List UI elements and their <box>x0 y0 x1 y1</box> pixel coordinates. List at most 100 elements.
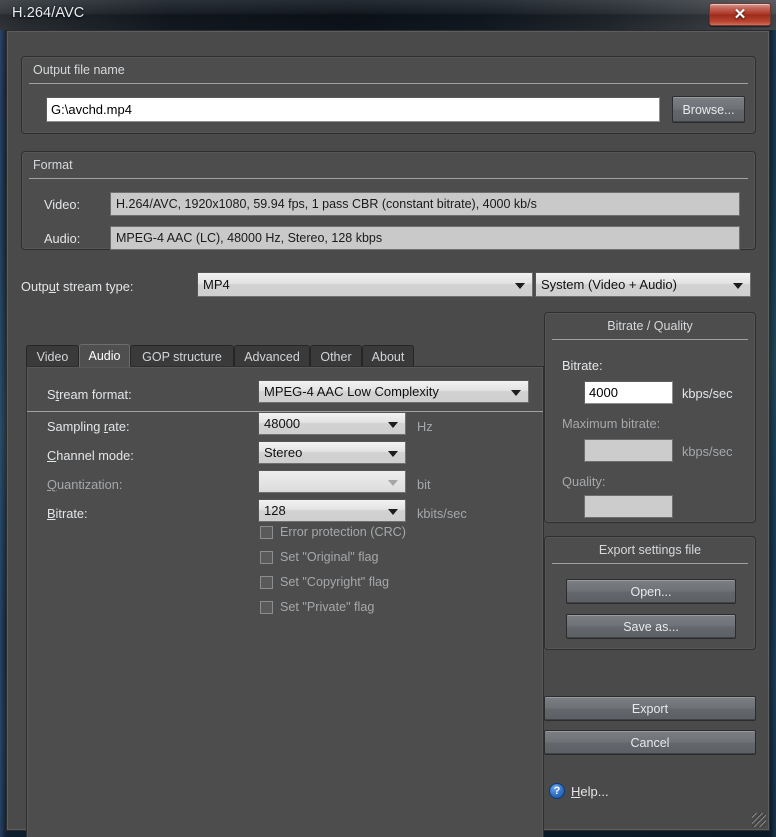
output-stream-type-label-accel: u <box>48 279 56 294</box>
application-window: H.264/AVC ✕ Output file name G:\avchd.mp… <box>0 0 776 837</box>
open-settings-button[interactable]: Open... <box>566 579 736 604</box>
checkbox-box-icon <box>260 575 273 589</box>
format-group: Format Video: H.264/AVC, 1920x1080, 59.9… <box>21 151 756 250</box>
output-file-group-title: Output file name <box>33 63 125 77</box>
format-audio-label: Audio: <box>44 231 81 246</box>
checkbox-set-original-flag[interactable]: Set "Original" flag <box>260 550 379 564</box>
tab-advanced[interactable]: Advanced <box>234 345 310 367</box>
checkbox-set-copyright-flag[interactable]: Set "Copyright" flag <box>260 575 389 589</box>
checkbox-error-protection[interactable]: Error protection (CRC) <box>260 525 406 539</box>
bitrate-quality-group-title: Bitrate / Quality <box>607 319 693 333</box>
tab-gop-structure[interactable]: GOP structure <box>130 345 234 367</box>
tab-other[interactable]: Other <box>310 345 362 367</box>
chevron-down-icon <box>515 282 525 289</box>
checkbox-box-icon <box>260 525 273 539</box>
channel-mode-combo[interactable]: Stereo <box>258 441 406 464</box>
output-file-group-rule <box>29 83 748 84</box>
help-question-mark-icon: ? <box>549 783 565 799</box>
bitrate-quality-group: Bitrate / Quality Bitrate: 4000 kbps/sec… <box>544 312 756 523</box>
audio-bitrate-unit: kbits/sec <box>417 506 467 521</box>
bitrate-quality-group-rule <box>552 339 748 340</box>
tab-strip: Video Audio GOP structure Advanced Other… <box>26 344 544 367</box>
resize-grip[interactable] <box>752 813 766 827</box>
video-bitrate-label: Bitrate: <box>562 358 603 373</box>
output-file-input[interactable]: G:\avchd.mp4 <box>46 97 660 122</box>
stream-format-label-post: ream format: <box>59 387 132 402</box>
stream-mux-value: System (Video + Audio) <box>541 277 677 292</box>
chevron-down-icon <box>511 389 521 396</box>
quantization-label: Quantization: <box>47 477 122 492</box>
audio-bitrate-combo[interactable]: 128 <box>258 499 406 522</box>
max-bitrate-unit: kbps/sec <box>682 444 733 459</box>
tab-about[interactable]: About <box>362 345 414 367</box>
sampling-rate-label-pre: Sampling <box>47 419 104 434</box>
export-settings-group-rule <box>552 563 748 564</box>
sampling-rate-unit: Hz <box>417 419 433 434</box>
cancel-button[interactable]: Cancel <box>544 730 756 755</box>
stream-format-combo[interactable]: MPEG-4 AAC Low Complexity <box>258 380 529 403</box>
channel-mode-label-accel: C <box>47 448 57 463</box>
checkbox-box-icon <box>260 550 273 564</box>
help-label: Help... <box>571 784 609 799</box>
help-link[interactable]: ? Help... <box>549 783 609 799</box>
chevron-down-icon <box>388 421 398 428</box>
tab-video[interactable]: Video <box>26 345 79 367</box>
output-stream-type-label-pre: Outp <box>21 279 49 294</box>
chevron-down-icon <box>388 508 398 515</box>
audio-bitrate-value: 128 <box>264 503 286 518</box>
stream-format-label: Stream format: <box>47 387 132 402</box>
checkbox-box-icon <box>260 600 273 614</box>
container-format-combo[interactable]: MP4 <box>197 272 533 297</box>
stream-mux-combo[interactable]: System (Video + Audio) <box>535 272 751 297</box>
checkbox-label: Set "Private" flag <box>280 600 375 614</box>
sampling-rate-value: 48000 <box>264 416 301 431</box>
stream-format-value: MPEG-4 AAC Low Complexity <box>264 384 439 399</box>
channel-mode-value: Stereo <box>264 445 303 460</box>
max-bitrate-input <box>584 439 673 462</box>
chevron-down-icon <box>388 479 398 486</box>
output-stream-type-label: Output stream type: <box>21 279 133 294</box>
format-group-title: Format <box>33 158 73 172</box>
dialog-body: Output file name G:\avchd.mp4 Browse... … <box>6 30 770 837</box>
browse-button[interactable]: Browse... <box>672 96 745 123</box>
close-button[interactable]: ✕ <box>709 3 771 26</box>
format-video-value: H.264/AVC, 1920x1080, 59.94 fps, 1 pass … <box>110 192 740 216</box>
video-bitrate-unit: kbps/sec <box>682 386 733 401</box>
output-file-group: Output file name G:\avchd.mp4 Browse... <box>21 56 756 134</box>
sampling-rate-label: Sampling rate: <box>47 419 130 434</box>
help-label-post: elp... <box>580 783 609 799</box>
format-audio-value: MPEG-4 AAC (LC), 48000 Hz, Stereo, 128 k… <box>110 226 740 250</box>
export-settings-group-title: Export settings file <box>598 543 702 557</box>
format-group-rule <box>29 178 748 179</box>
channel-mode-label: Channel mode: <box>47 448 134 463</box>
format-video-label: Video: <box>44 197 81 212</box>
audio-tab-panel: Stream format: MPEG-4 AAC Low Complexity… <box>26 366 544 837</box>
chevron-down-icon <box>733 282 743 289</box>
audio-bitrate-label-accel: B <box>47 506 56 521</box>
chevron-down-icon <box>388 450 398 457</box>
checkbox-label: Error protection (CRC) <box>280 525 406 539</box>
export-button[interactable]: Export <box>544 696 756 721</box>
video-bitrate-input[interactable]: 4000 <box>584 381 673 404</box>
container-format-value: MP4 <box>203 277 230 292</box>
checkbox-label: Set "Original" flag <box>280 550 379 564</box>
quantization-label-post: uantization: <box>56 477 123 492</box>
quantization-unit: bit <box>417 477 431 492</box>
stream-format-label-pre: S <box>47 387 56 402</box>
checkbox-set-private-flag[interactable]: Set "Private" flag <box>260 600 374 614</box>
tab-audio[interactable]: Audio <box>79 344 130 367</box>
output-stream-type-label-post: t stream type: <box>55 279 134 294</box>
close-icon: ✕ <box>733 6 747 23</box>
quality-label: Quality: <box>562 474 606 489</box>
window-title: H.264/AVC <box>12 5 85 21</box>
channel-mode-label-post: hannel mode: <box>56 448 134 463</box>
save-settings-button[interactable]: Save as... <box>566 614 736 639</box>
checkbox-label: Set "Copyright" flag <box>280 575 390 589</box>
export-settings-group: Export settings file Open... Save as... <box>544 536 756 650</box>
title-bar: H.264/AVC ✕ <box>0 0 776 30</box>
sampling-rate-combo[interactable]: 48000 <box>258 412 406 435</box>
audio-bitrate-label: Bitrate: <box>47 506 88 521</box>
sampling-rate-label-post: ate: <box>108 419 130 434</box>
max-bitrate-label: Maximum bitrate: <box>562 416 661 431</box>
quantization-combo <box>258 470 406 493</box>
